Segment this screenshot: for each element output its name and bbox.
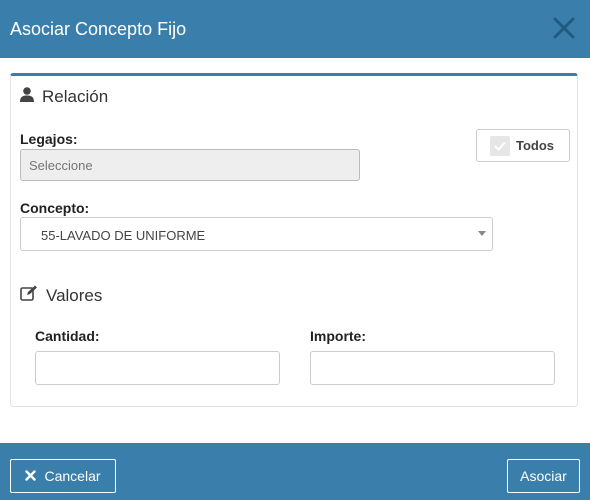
user-icon	[20, 87, 34, 107]
valores-section-heading: Valores	[20, 285, 102, 306]
legajos-label: Legajos:	[20, 131, 78, 147]
check-icon	[490, 135, 510, 156]
todos-label: Todos	[516, 138, 555, 153]
asociar-button[interactable]: Asociar	[507, 459, 580, 493]
cantidad-label: Cantidad:	[35, 328, 100, 344]
concepto-select[interactable]: 55-LAVADO DE UNIFORME	[20, 217, 493, 251]
concepto-selected-value: 55-LAVADO DE UNIFORME	[41, 228, 206, 243]
valores-heading-text: Valores	[46, 285, 103, 305]
cancel-button[interactable]: Cancelar	[10, 459, 116, 493]
form-panel: Relación Legajos: Todos Concepto: 55-LAV…	[10, 73, 578, 407]
legajos-input[interactable]	[20, 149, 360, 181]
todos-button[interactable]: Todos	[476, 129, 570, 162]
asociar-label: Asociar	[520, 468, 567, 484]
relacion-heading-text: Relación	[42, 87, 109, 106]
cancel-label: Cancelar	[44, 468, 101, 484]
edit-icon	[20, 285, 38, 306]
cantidad-input[interactable]	[35, 351, 280, 385]
close-button[interactable]	[552, 16, 576, 40]
modal-footer: Cancelar Asociar	[0, 443, 590, 500]
close-icon	[553, 17, 575, 39]
modal-header: Asociar Concepto Fijo	[0, 0, 590, 58]
concepto-label: Concepto:	[20, 200, 90, 216]
modal-title: Asociar Concepto Fijo	[10, 19, 187, 39]
chevron-down-icon	[478, 231, 486, 236]
importe-label: Importe:	[310, 328, 366, 344]
relacion-section-heading: Relación	[20, 87, 108, 107]
cancel-x-icon	[25, 468, 37, 484]
importe-input[interactable]	[310, 351, 555, 385]
